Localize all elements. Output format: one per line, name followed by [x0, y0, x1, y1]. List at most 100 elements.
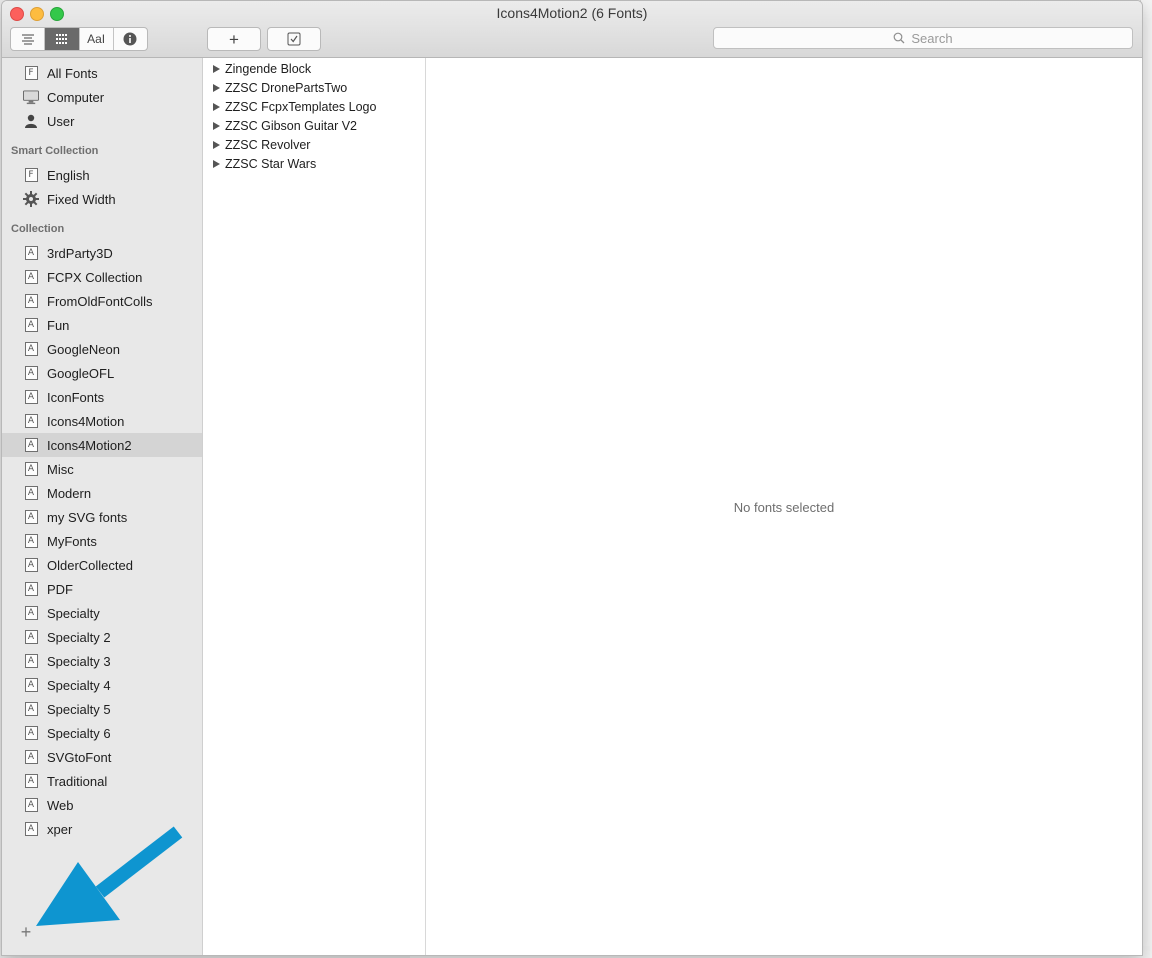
- add-font-button[interactable]: +: [207, 27, 261, 51]
- sidebar-item-googleofl[interactable]: A GoogleOFL: [2, 361, 202, 385]
- disclosure-triangle-icon[interactable]: [213, 159, 221, 168]
- list-view-button[interactable]: [11, 28, 46, 50]
- font-family-row[interactable]: ZZSC Star Wars: [213, 154, 316, 173]
- grid-view-icon: [55, 34, 67, 44]
- sidebar-item-icons4motion[interactable]: A Icons4Motion: [2, 409, 202, 433]
- collection-icon: A: [23, 653, 39, 669]
- sidebar-item-label: GoogleOFL: [47, 365, 115, 381]
- validate-font-button[interactable]: [267, 27, 321, 51]
- collection-icon: A: [23, 485, 39, 501]
- sidebar-item-label: Modern: [47, 485, 92, 501]
- no-selection-message: No fonts selected: [733, 500, 835, 515]
- search-placeholder: Search: [911, 30, 953, 46]
- collection-icon: A: [23, 269, 39, 285]
- sidebar-item-myfonts[interactable]: A MyFonts: [2, 529, 202, 553]
- sidebar-item-iconfonts[interactable]: A IconFonts: [2, 385, 202, 409]
- smart-collection-header: Smart Collection: [11, 145, 99, 157]
- collection-icon: A: [23, 365, 39, 381]
- collection-icon: A: [23, 677, 39, 693]
- collection-icon: A: [23, 509, 39, 525]
- search-icon: [893, 32, 905, 44]
- grid-view-button[interactable]: [45, 28, 80, 50]
- titlebar: Icons4Motion2 (6 Fonts) AaI + Search: [2, 1, 1142, 58]
- info-button[interactable]: [114, 28, 147, 50]
- disclosure-triangle-icon[interactable]: [213, 64, 221, 73]
- sidebar-item-label: Icons4Motion: [47, 413, 125, 429]
- collection-icon: A: [23, 749, 39, 765]
- sidebar-item-label: MyFonts: [47, 533, 97, 549]
- sidebar-item-label: Misc: [47, 461, 74, 477]
- checkbox-icon: [287, 32, 301, 46]
- sidebar-item-label: 3rdParty3D: [47, 245, 113, 261]
- font-family-row[interactable]: ZZSC Gibson Guitar V2: [213, 116, 357, 135]
- sidebar-item-oldercollected[interactable]: A OlderCollected: [2, 553, 202, 577]
- sidebar-item-label: Specialty 5: [47, 701, 111, 717]
- collection-icon: A: [23, 701, 39, 717]
- sidebar-item-googleneon[interactable]: A GoogleNeon: [2, 337, 202, 361]
- collection-icon: A: [23, 581, 39, 597]
- collection-icon: A: [23, 341, 39, 357]
- sidebar-item-modern[interactable]: A Modern: [2, 481, 202, 505]
- list-view-icon: [21, 34, 34, 45]
- sidebar-item-label: Specialty 6: [47, 725, 111, 741]
- font-doc-icon: F: [23, 65, 39, 81]
- collection-icon: A: [23, 413, 39, 429]
- sidebar-item-icons4motion2[interactable]: A Icons4Motion2: [2, 433, 202, 457]
- sidebar-item-english[interactable]: F English: [2, 163, 202, 187]
- collection-icon: A: [23, 605, 39, 621]
- sidebar-item-specialty-4[interactable]: A Specialty 4: [2, 673, 202, 697]
- sidebar-item-label: SVGtoFont: [47, 749, 112, 765]
- sample-view-button[interactable]: AaI: [80, 28, 114, 50]
- disclosure-triangle-icon[interactable]: [213, 83, 221, 92]
- collection-icon: A: [23, 293, 39, 309]
- sidebar-item-specialty[interactable]: A Specialty: [2, 601, 202, 625]
- font-family-row[interactable]: Zingende Block: [213, 59, 311, 78]
- sidebar-item-label: FCPX Collection: [47, 269, 143, 285]
- font-doc-icon: F: [23, 167, 39, 183]
- font-family-row[interactable]: ZZSC FcpxTemplates Logo: [213, 97, 376, 116]
- font-family-name: ZZSC Gibson Guitar V2: [225, 118, 357, 133]
- sidebar-item-label: Specialty: [47, 605, 100, 621]
- sidebar-item-user[interactable]: User: [2, 109, 202, 133]
- sidebar-item-my-svg-fonts[interactable]: Amy SVG fonts: [2, 505, 202, 529]
- font-family-name: ZZSC FcpxTemplates Logo: [225, 99, 377, 114]
- sidebar-item-label: Specialty 4: [47, 677, 111, 693]
- sidebar-item-pdf[interactable]: A PDF: [2, 577, 202, 601]
- collection-icon: A: [23, 629, 39, 645]
- sidebar-item-specialty-6[interactable]: A Specialty 6: [2, 721, 202, 745]
- font-family-row[interactable]: ZZSC Revolver: [213, 135, 310, 154]
- plus-icon: +: [229, 29, 239, 49]
- sidebar-item-label: Icons4Motion2: [47, 437, 132, 453]
- annotation-arrow: [36, 826, 183, 926]
- disclosure-triangle-icon[interactable]: [213, 140, 221, 149]
- font-family-name: ZZSC Star Wars: [225, 156, 317, 171]
- search-field[interactable]: Search: [713, 27, 1133, 49]
- font-family-row[interactable]: ZZSC DronePartsTwo: [213, 78, 347, 97]
- sidebar-item-specialty-3[interactable]: A Specialty 3: [2, 649, 202, 673]
- sidebar-item-computer[interactable]: Computer: [2, 85, 202, 109]
- sidebar-item-svgtofont[interactable]: A SVGtoFont: [2, 745, 202, 769]
- sidebar-item-fun[interactable]: A Fun: [2, 313, 202, 337]
- collection-icon: A: [23, 437, 39, 453]
- sidebar-item-fcpx-collection[interactable]: A FCPX Collection: [2, 265, 202, 289]
- sidebar-item-label: Specialty 2: [47, 629, 111, 645]
- collection-icon: A: [23, 461, 39, 477]
- font-family-name: ZZSC DronePartsTwo: [225, 80, 348, 95]
- sidebar-item-specialty-2[interactable]: A Specialty 2: [2, 625, 202, 649]
- sidebar-item-specialty-5[interactable]: A Specialty 5: [2, 697, 202, 721]
- sidebar-item-fixed-width[interactable]: Fixed Width: [2, 187, 202, 211]
- sidebar-item-3rdparty3d[interactable]: A 3rdParty3D: [2, 241, 202, 265]
- sidebar-item-misc[interactable]: A Misc: [2, 457, 202, 481]
- view-mode-segmented-control: AaI: [10, 27, 148, 51]
- disclosure-triangle-icon[interactable]: [213, 121, 221, 130]
- font-family-list: Zingende Block ZZSC DronePartsTwo ZZSC Fcp…: [203, 58, 426, 955]
- disclosure-triangle-icon[interactable]: [213, 102, 221, 111]
- sidebar-item-label: FromOldFontColls: [47, 293, 153, 309]
- collection-icon: A: [23, 725, 39, 741]
- collection-header: Collection: [11, 223, 65, 235]
- sidebar-item-all-fonts[interactable]: F All Fonts: [2, 61, 202, 85]
- collection-icon: A: [23, 557, 39, 573]
- sidebar-item-fromoldfontcolls[interactable]: A FromOldFontColls: [2, 289, 202, 313]
- collection-icon: A: [23, 389, 39, 405]
- sample-view-icon: AaI: [87, 32, 106, 46]
